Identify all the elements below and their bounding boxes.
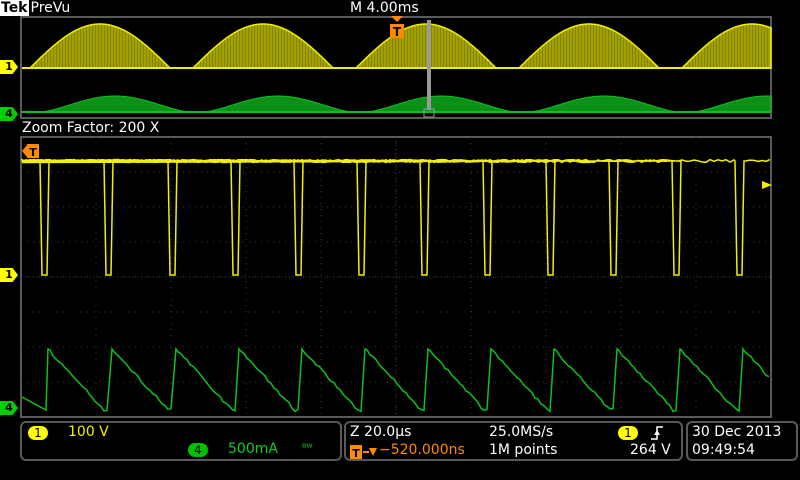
ch4-marker-label: 4 xyxy=(5,107,13,120)
trigger-letter: T xyxy=(393,25,402,39)
date-readout: 30 Dec 2013 xyxy=(692,424,781,441)
trigger-delay: −520.000ns xyxy=(379,442,465,459)
zoom-scale: Z 20.0μs xyxy=(350,424,411,441)
ch1-badge[interactable]: 1 xyxy=(28,426,48,440)
record-length: 1M points xyxy=(489,442,557,459)
rising-edge-icon xyxy=(649,425,665,441)
datetime-panel: 30 Dec 2013 09:49:54 xyxy=(686,421,798,461)
ch1-scale: 100 V xyxy=(68,424,109,441)
ch1-marker-label: 1 xyxy=(5,268,13,281)
channel-readout-panel[interactable]: 1 100 V 4 500mA ᴮᵂ xyxy=(20,421,342,461)
zoom-trigger-marker[interactable]: T xyxy=(22,143,40,159)
bandwidth-limit-icon: ᴮᵂ xyxy=(302,443,313,454)
trigger-source-badge[interactable]: 1 xyxy=(618,426,638,440)
zoom-factor-label: Zoom Factor: 200 X xyxy=(22,120,159,136)
ch4-scale: 500mA xyxy=(228,441,278,458)
ch4-badge[interactable]: 4 xyxy=(188,443,208,457)
trigger-delay-icon: T xyxy=(350,444,378,460)
trigger-level: 264 V xyxy=(630,442,671,459)
time-readout: 09:49:54 xyxy=(692,442,755,459)
overview-trigger-marker[interactable]: T xyxy=(389,14,405,40)
sample-rate: 25.0MS/s xyxy=(489,424,553,441)
zoom-window[interactable] xyxy=(0,135,800,420)
svg-text:T: T xyxy=(352,447,360,460)
timebase-readout-panel[interactable]: Z 20.0μs T −520.000ns 25.0MS/s 1M points… xyxy=(344,421,683,461)
ch4-marker-label: 4 xyxy=(5,401,13,414)
ch1-marker-label: 1 xyxy=(5,60,13,73)
trigger-letter: T xyxy=(29,146,37,159)
